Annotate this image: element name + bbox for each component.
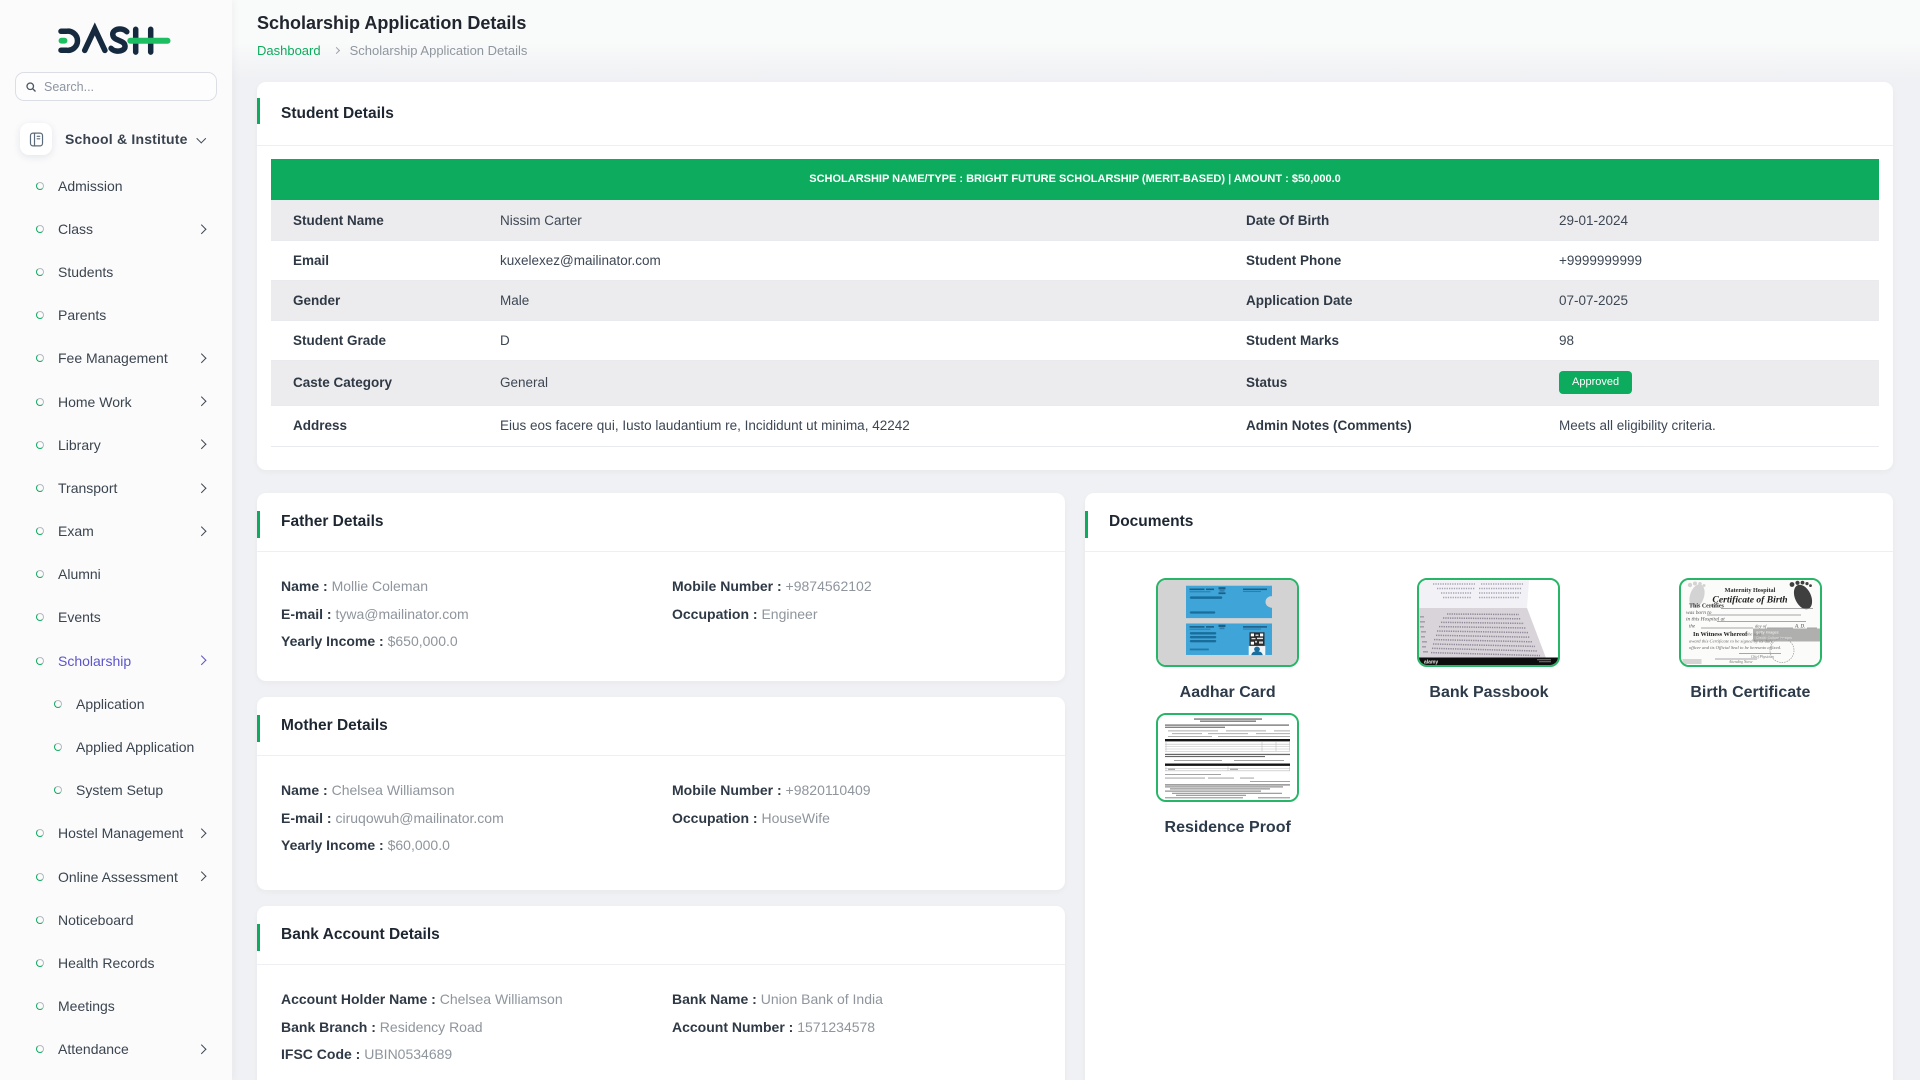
svg-text:Maternity Hospital: Maternity Hospital: [1724, 587, 1775, 594]
svg-text:alamy: alamy: [1424, 659, 1438, 665]
svg-text:Chief Physician: Chief Physician: [1751, 655, 1774, 659]
svg-text:This Certifies: This Certifies: [1689, 604, 1724, 610]
svg-text:in this Hospital at: in this Hospital at: [1686, 617, 1725, 623]
svg-text:that: that: [1711, 603, 1719, 608]
svg-text:officer and its Official Seal: officer and its Official Seal to be here…: [1689, 645, 1781, 650]
svg-text:was born to: was born to: [1686, 610, 1712, 616]
svg-text:the: the: [1689, 624, 1696, 629]
svg-text:day of: day of: [1755, 624, 1767, 629]
svg-text:getty images: getty images: [1756, 630, 1779, 635]
svg-text:Attending Nurse: Attending Nurse: [1728, 660, 1753, 664]
svg-text:In Witness Whereof: In Witness Whereof: [1693, 631, 1748, 638]
